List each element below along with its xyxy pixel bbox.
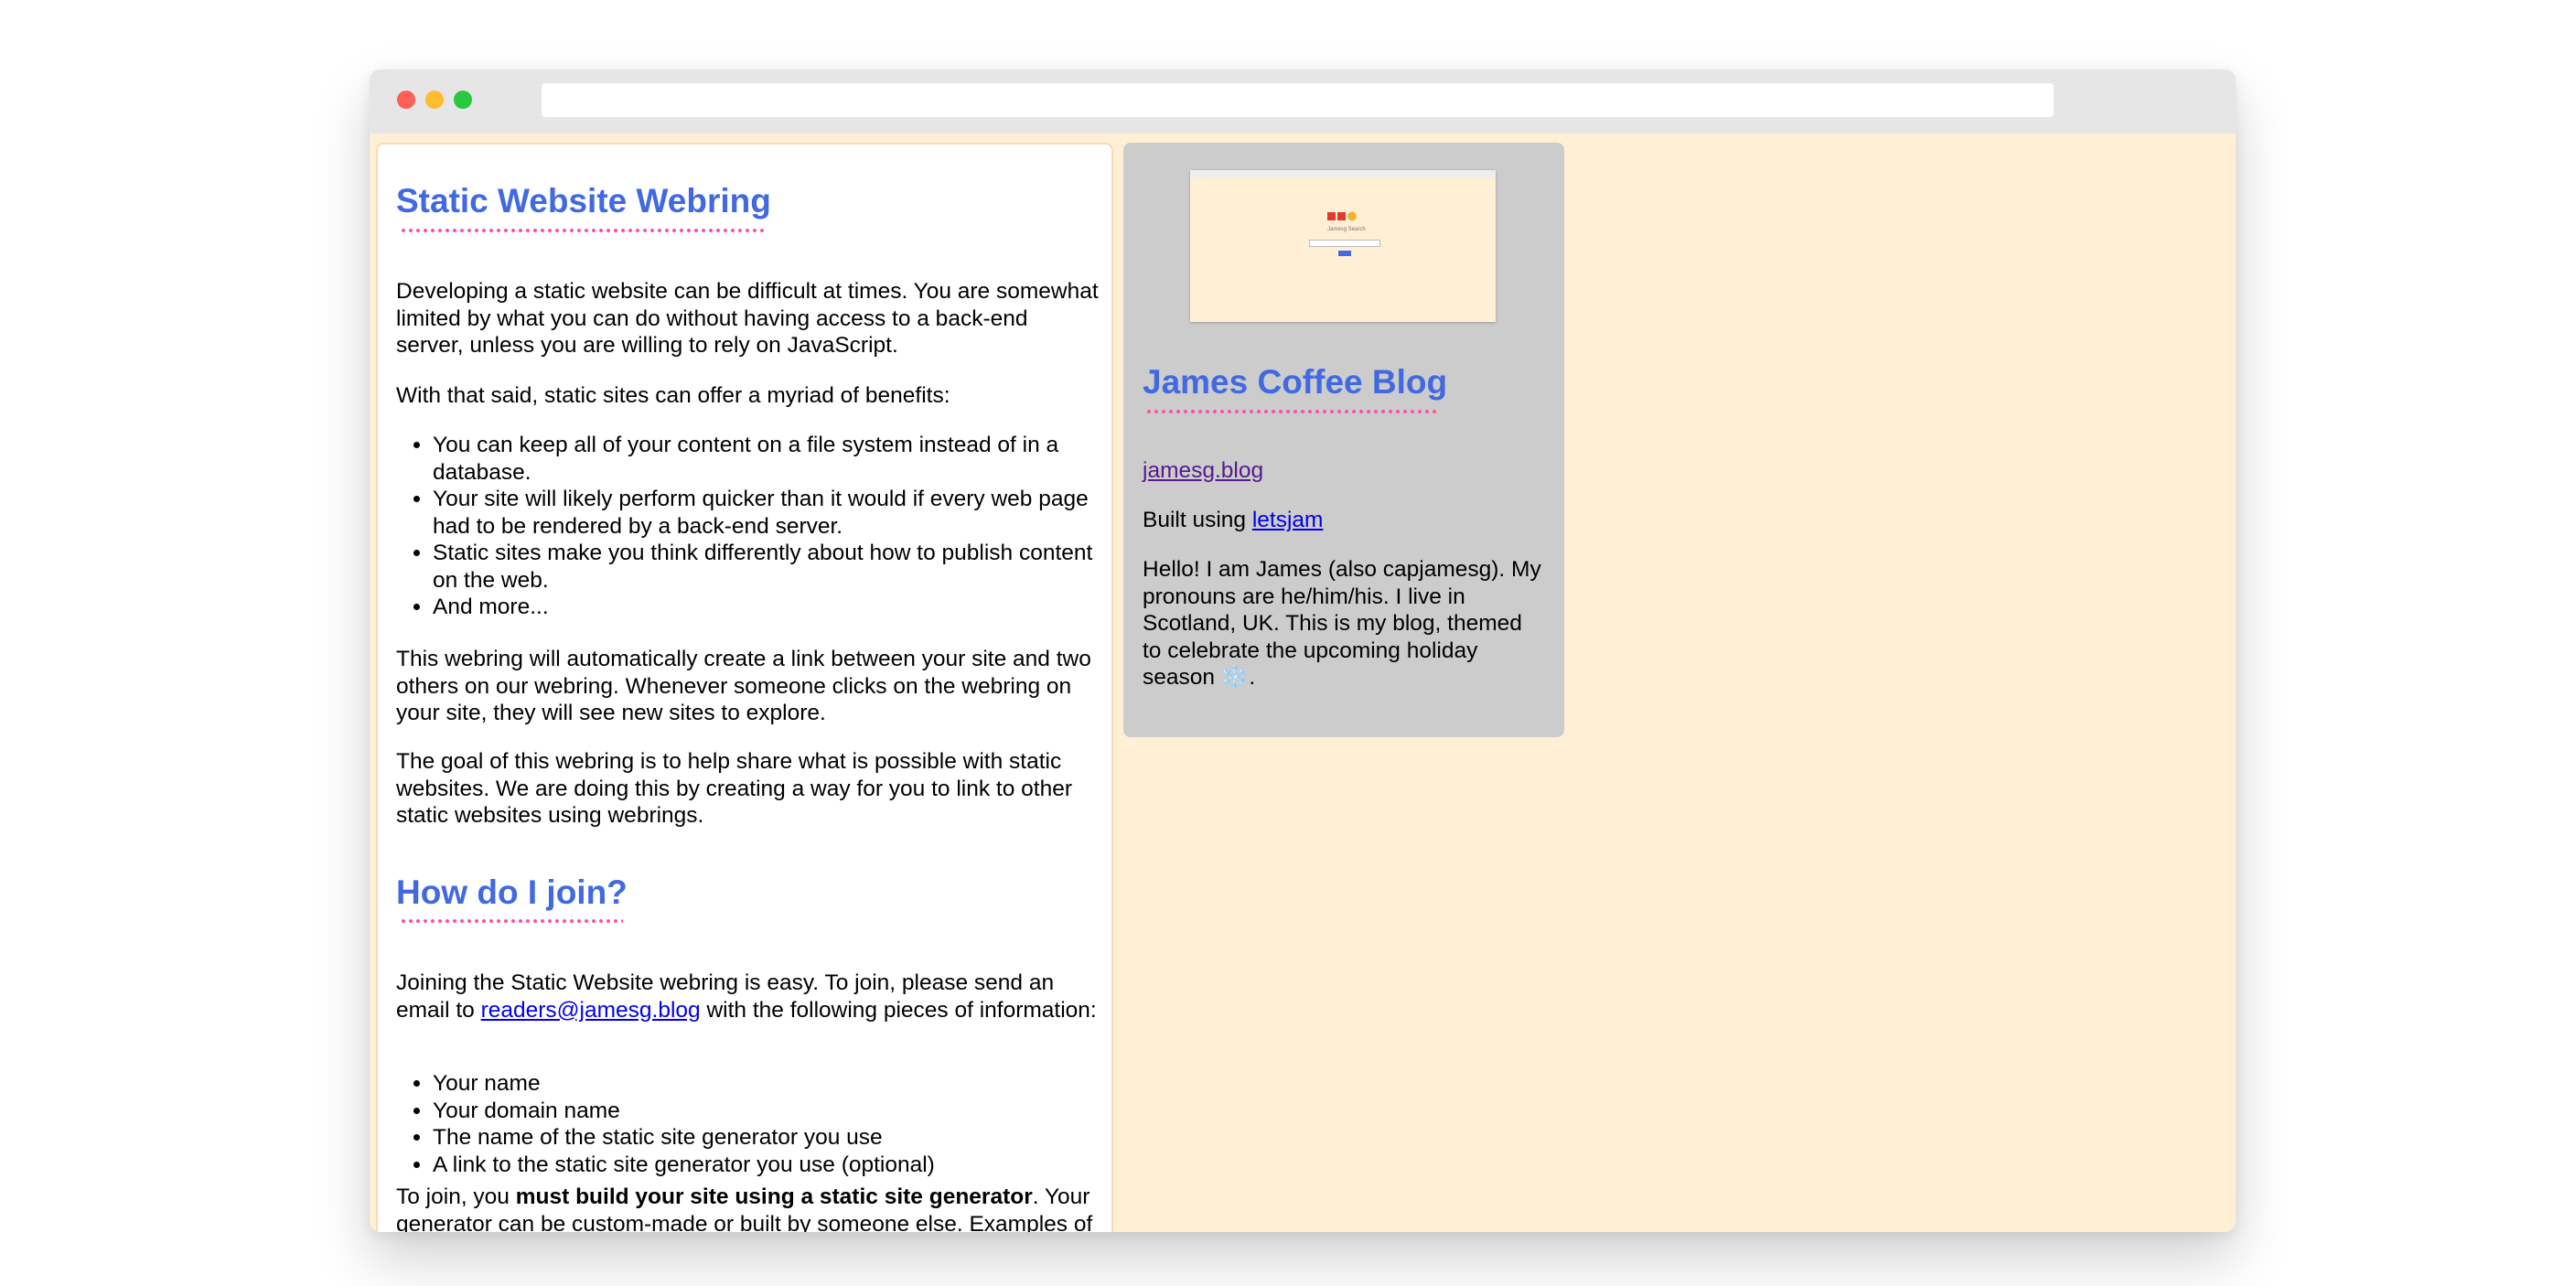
list-item: Your domain name	[433, 1098, 1110, 1125]
list-item: The name of the static site generator yo…	[433, 1124, 1110, 1152]
thumbnail-browser-bar	[1190, 170, 1496, 177]
site-bio-text: Hello! I am James (also capjamesg). My p…	[1143, 557, 1541, 690]
featured-site-card: Jamesg Search James Coffee Blog jamesg.b…	[1123, 143, 1564, 737]
close-window-button[interactable]	[397, 91, 415, 109]
goal-paragraph: The goal of this webring is to help shar…	[396, 749, 1073, 828]
site-title-underline	[1145, 410, 1440, 413]
join-heading: How do I join?	[396, 873, 628, 911]
built-using-line: Built using letsjam	[1143, 507, 1545, 534]
thumbnail-search-button	[1338, 251, 1351, 256]
join-heading-underline	[400, 919, 623, 923]
page-viewport: Static Website Webring Developing a stat…	[370, 134, 2236, 1232]
thumbnail-search-box	[1309, 240, 1380, 247]
list-item: Static sites make you think differently …	[433, 540, 1110, 594]
snowflake-icon: ❄️	[1220, 665, 1250, 690]
site-title: James Coffee Blog	[1143, 363, 1448, 401]
maximize-window-button[interactable]	[454, 91, 472, 109]
requirement-text: To join, you	[396, 1184, 516, 1209]
browser-window: Static Website Webring Developing a stat…	[370, 70, 2236, 1232]
list-item: You can keep all of your content on a fi…	[433, 432, 1110, 486]
title-underline	[400, 229, 766, 232]
list-item: And more...	[433, 594, 1110, 621]
join-paragraph: Joining the Static Website webring is ea…	[396, 970, 1100, 1023]
requirement-emphasis: must build your site using a static site…	[515, 1184, 1033, 1209]
site-domain-link[interactable]: jamesg.blog	[1143, 457, 1263, 485]
site-bio-end: .	[1249, 665, 1256, 690]
main-content-card: Static Website Webring Developing a stat…	[376, 143, 1113, 1232]
page-title: Static Website Webring	[396, 182, 771, 220]
benefits-lead: With that said, static sites can offer a…	[396, 383, 950, 408]
minimize-window-button[interactable]	[425, 91, 444, 109]
generator-link[interactable]: letsjam	[1252, 508, 1324, 532]
intro-paragraph: Developing a static website can be diffi…	[396, 279, 1099, 358]
webring-paragraph: This webring will automatically create a…	[396, 647, 1091, 725]
thumbnail-title: Jamesg Search	[1327, 227, 1366, 232]
list-item: A link to the static site generator you …	[433, 1152, 1110, 1179]
join-requirements-list: Your name Your domain name The name of t…	[396, 1070, 1110, 1178]
join-lead-text-end: with the following pieces of information…	[700, 997, 1097, 1023]
requirement-paragraph: To join, you must build your site using …	[396, 1184, 1100, 1232]
email-link[interactable]: readers@jamesg.blog	[481, 998, 701, 1023]
list-item: Your name	[433, 1070, 1110, 1098]
address-bar[interactable]	[542, 83, 2054, 117]
browser-titlebar	[370, 70, 2236, 134]
benefits-list: You can keep all of your content on a fi…	[396, 432, 1110, 621]
list-item: Your site will likely perform quicker th…	[433, 486, 1110, 540]
site-bio: Hello! I am James (also capjamesg). My p…	[1143, 556, 1545, 691]
built-using-label: Built using	[1143, 508, 1252, 532]
site-screenshot-thumbnail[interactable]: Jamesg Search	[1190, 170, 1496, 322]
thumbnail-logo-icon	[1327, 211, 1357, 221]
